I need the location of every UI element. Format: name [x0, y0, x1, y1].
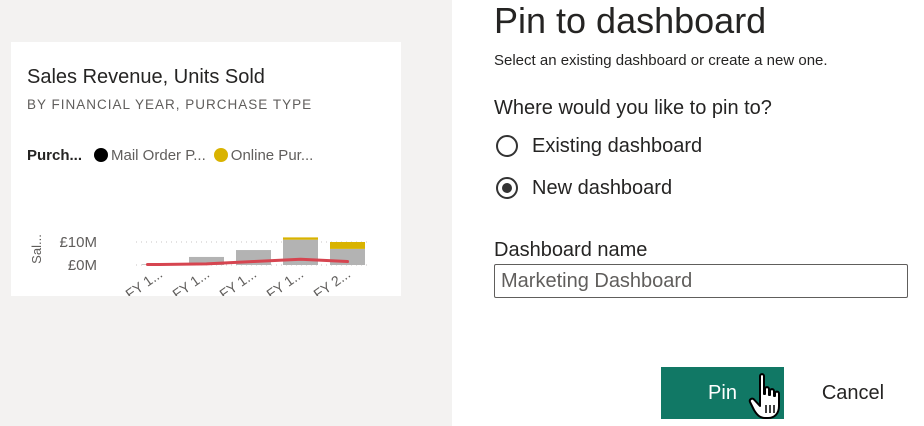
legend-title: Purch... — [27, 146, 83, 164]
radio-unchecked-icon[interactable] — [496, 135, 518, 157]
x-tick-label: FY 1... — [169, 265, 212, 296]
x-tick-label: FY 1... — [263, 265, 306, 296]
x-tick-label: FY 1... — [122, 265, 165, 296]
chart-legend: Purch... Mail Order P... Online Pur... — [27, 145, 321, 165]
legend-dot-icon — [94, 148, 109, 162]
pin-location-question: Where would you like to pin to? — [494, 97, 772, 119]
bar — [330, 242, 365, 249]
radio-label: Existing dashboard — [532, 134, 703, 157]
y-axis-title: Sal... — [29, 234, 44, 264]
dialog-subtitle: Select an existing dashboard or create a… — [494, 52, 828, 69]
radio-label: New dashboard — [532, 176, 673, 199]
pin-button[interactable]: Pin — [661, 367, 784, 419]
radio-existing-dashboard[interactable]: Existing dashboard — [496, 133, 702, 159]
visual-tile: Sales Revenue, Units Sold BY FINANCIAL Y… — [11, 42, 401, 296]
visual-subtitle: BY FINANCIAL YEAR, PURCHASE TYPE — [27, 97, 313, 112]
x-tick-label: FY 2... — [310, 265, 353, 296]
radio-checked-icon[interactable] — [496, 177, 518, 199]
legend-item-online: Online Pur... — [213, 146, 314, 164]
legend-dot-icon — [213, 148, 228, 162]
bar — [283, 237, 318, 240]
y-tick-label: £0M — [68, 257, 97, 274]
dialog-title: Pin to dashboard — [494, 0, 767, 41]
dashboard-name-input[interactable] — [494, 264, 908, 298]
legend-label: Online Pur... — [230, 146, 314, 164]
cancel-button[interactable]: Cancel — [798, 367, 908, 419]
y-tick-label: £10M — [59, 234, 97, 251]
legend-item-mail-order: Mail Order P... — [94, 147, 206, 164]
x-tick-label: FY 1... — [216, 265, 259, 296]
radio-new-dashboard[interactable]: New dashboard — [496, 175, 672, 201]
report-preview-pane: Sales Revenue, Units Sold BY FINANCIAL Y… — [0, 0, 452, 426]
pin-dialog: Pin to dashboard Select an existing dash… — [452, 0, 924, 426]
combo-chart: £10M£0MSal...FY 1... FY 1... FY 1... FY 1..… — [29, 234, 371, 296]
legend-label: Mail Order P... — [111, 146, 206, 164]
visual-title: Sales Revenue, Units Sold — [27, 66, 265, 88]
dashboard-name-label: Dashboard name — [494, 239, 648, 261]
